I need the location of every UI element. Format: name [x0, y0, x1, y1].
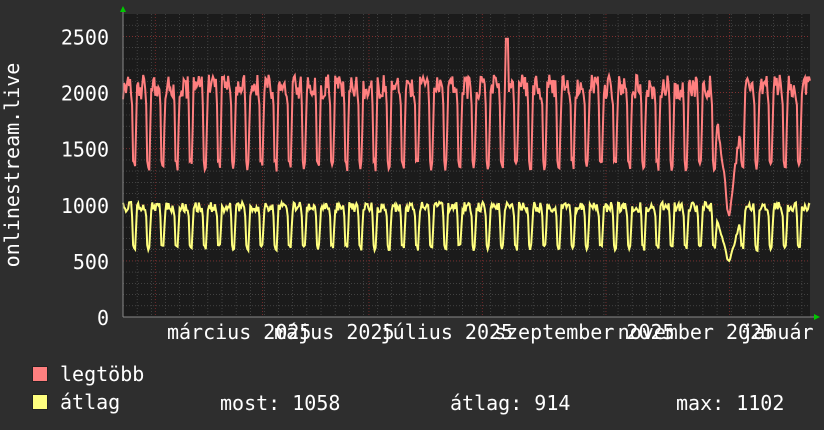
- plot-area: [123, 14, 810, 317]
- legend-label-avg: átlag: [60, 390, 121, 414]
- y-axis-arrow-icon: [120, 6, 126, 12]
- stat-current: most: 1058: [220, 391, 341, 415]
- x-tick-label: május 2025: [274, 320, 394, 344]
- y-tick-label: 1500: [61, 138, 109, 162]
- y-tick-label: 2500: [61, 25, 109, 49]
- legend-item-max: legtöbb: [32, 362, 145, 386]
- y-tick-label: 1000: [61, 194, 109, 218]
- legend-label-max: legtöbb: [60, 362, 145, 386]
- stat-maximum: max: 1102: [676, 391, 785, 415]
- y-tick-label: 2000: [61, 82, 109, 106]
- y-axis-label: onlinestream.live: [0, 63, 24, 268]
- legend-item-avg: átlag: [32, 390, 121, 414]
- legend-swatch-max: [32, 366, 48, 382]
- x-tick-label: január 2026: [741, 320, 824, 344]
- y-tick-label: 0: [97, 306, 109, 330]
- legend-swatch-avg: [32, 394, 48, 410]
- stat-average: átlag: 914: [450, 391, 571, 415]
- y-tick-label: 500: [73, 250, 109, 274]
